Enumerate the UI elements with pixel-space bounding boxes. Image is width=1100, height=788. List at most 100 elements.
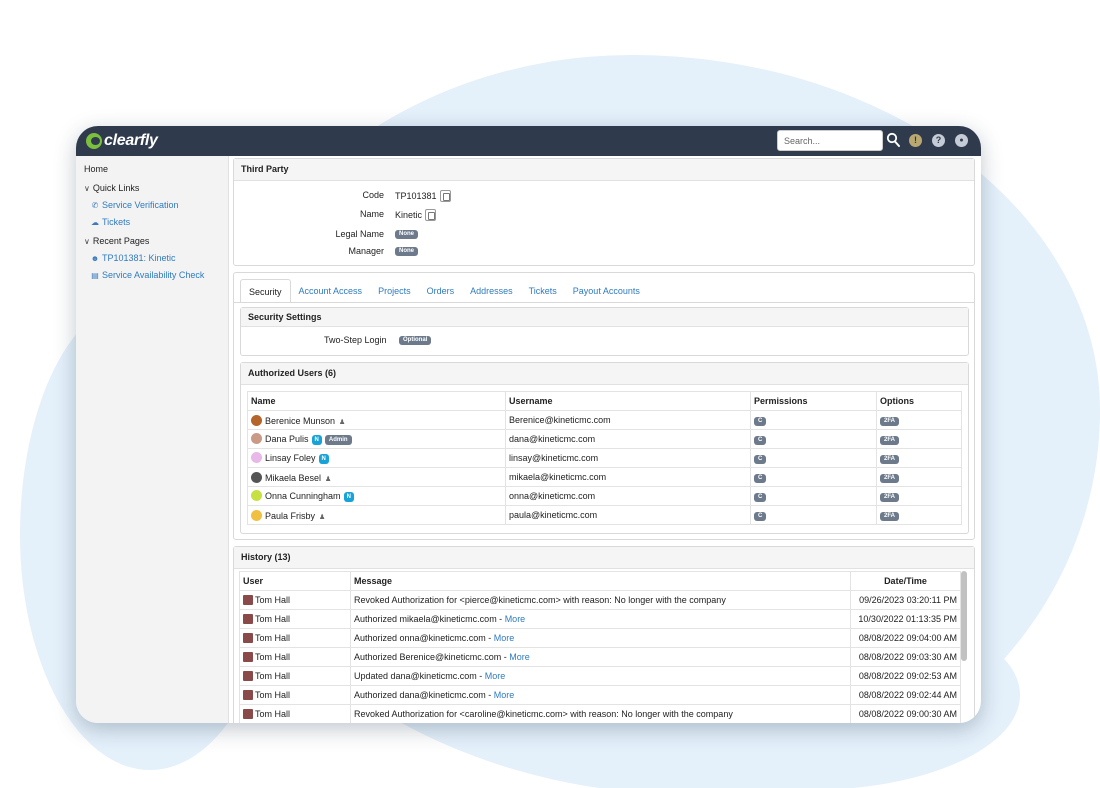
copy-icon[interactable] (439, 190, 451, 202)
phone-icon: ✆ (91, 200, 99, 210)
user-badge: N (311, 435, 322, 445)
table-row: Tom Hall Authorized dana@kineticmc.com - … (239, 685, 961, 705)
avatar (243, 614, 253, 624)
sidebar-home[interactable]: Home (84, 164, 108, 174)
user-name[interactable]: Paula Frisby (265, 511, 315, 521)
logo[interactable]: clearfly (86, 131, 158, 151)
column-header[interactable]: Permissions (750, 391, 877, 411)
user-name-cell: Linsay Foley N (247, 448, 506, 468)
more-link[interactable]: More (485, 671, 506, 681)
table-row[interactable]: Onna Cunningham Nonna@kineticmc.com C 2FA (247, 486, 962, 506)
sidebar-item-tickets[interactable]: ☁ Tickets (90, 217, 130, 227)
tab-account-access[interactable]: Account Access (291, 279, 371, 303)
options-cell: 2FA (876, 410, 962, 430)
help-icon[interactable]: ? (932, 134, 945, 147)
users-table-wrap: Name Username Permissions Options Bereni… (247, 391, 962, 525)
tab-security[interactable]: Security (240, 279, 291, 303)
permission-badge[interactable]: C (754, 493, 767, 502)
column-header[interactable]: User (239, 571, 351, 591)
card-title: Authorized Users (6) (241, 363, 968, 385)
sidebar-item-tp101381[interactable]: ☻ TP101381: Kinetic (90, 253, 176, 263)
status-badge: None (395, 247, 418, 256)
more-link[interactable]: More (505, 614, 526, 624)
table-row: Tom Hall Revoked Authorization for <carol… (239, 704, 961, 723)
history-table-wrap: User Message Date/Time Tom Hall Revoked A… (239, 571, 961, 723)
search-icon[interactable] (886, 132, 900, 148)
sidebar-item-service-availability[interactable]: ▤ Service Availability Check (90, 270, 204, 280)
permissions-cell: C (750, 486, 877, 506)
options-cell: 2FA (876, 486, 962, 506)
sidebar-item-label: Service Verification (102, 200, 179, 210)
column-header[interactable]: Name (247, 391, 506, 411)
permission-badge[interactable]: C (754, 417, 767, 426)
table-row[interactable]: Mikaela Besel ♟ mikaela@kineticmc.com C 2FA (247, 467, 962, 487)
history-datetime: 08/08/2022 09:03:30 AM (850, 647, 961, 667)
column-header[interactable]: Username (505, 391, 751, 411)
table-row[interactable]: Paula Frisby ♟ paula@kineticmc.com C 2FA (247, 505, 962, 525)
person-icon: ♟ (339, 418, 346, 426)
user-name[interactable]: Dana Pulis (265, 434, 309, 444)
field-label: Manager (348, 246, 384, 256)
column-header[interactable]: Date/Time (850, 571, 961, 591)
more-link[interactable]: More (494, 690, 515, 700)
logo-icon (86, 133, 102, 149)
history-datetime: 08/08/2022 09:02:44 AM (850, 685, 961, 705)
user-icon[interactable]: ● (955, 134, 968, 147)
avatar (251, 490, 262, 501)
sidebar-section-quick-links[interactable]: ∨ Quick Links (84, 183, 139, 193)
two-step-label: Two-Step Login (324, 335, 387, 345)
user-name[interactable]: Berenice Munson (265, 416, 335, 426)
tab-orders[interactable]: Orders (419, 279, 463, 303)
two-step-badge: Optional (399, 336, 432, 345)
options-cell: 2FA (876, 505, 962, 525)
sidebar-item-label: TP101381: Kinetic (102, 253, 176, 263)
history-datetime: 08/08/2022 09:04:00 AM (850, 628, 961, 648)
card-title: History (13) (234, 547, 974, 569)
more-link[interactable]: More (494, 633, 515, 643)
tab-tickets[interactable]: Tickets (521, 279, 565, 303)
alert-icon[interactable]: ! (909, 134, 922, 147)
user-name[interactable]: Mikaela Besel (265, 473, 321, 483)
sidebar-section-label: Quick Links (92, 183, 140, 193)
option-badge[interactable]: 2FA (880, 417, 900, 426)
tab-addresses[interactable]: Addresses (462, 279, 521, 303)
tab-payout-accounts[interactable]: Payout Accounts (565, 279, 648, 303)
user-badge: Admin (324, 435, 352, 445)
table-row[interactable]: Berenice Munson ♟ Berenice@kineticmc.com C 2… (247, 410, 962, 430)
tab-projects[interactable]: Projects (370, 279, 419, 303)
option-badge[interactable]: 2FA (880, 493, 900, 502)
permission-badge[interactable]: C (754, 474, 767, 483)
status-badge: None (395, 230, 418, 239)
option-badge[interactable]: 2FA (880, 455, 900, 464)
search-input[interactable] (777, 130, 883, 151)
user-name[interactable]: Onna Cunningham (265, 491, 341, 501)
history-scrollbar[interactable] (961, 571, 967, 661)
history-message: Revoked Authorization for <caroline@kine… (354, 709, 733, 719)
history-table: User Message Date/Time Tom Hall Revoked A… (239, 571, 961, 723)
table-row: Tom Hall Authorized Berenice@kineticmc.co… (239, 647, 961, 667)
column-header[interactable]: Options (876, 391, 962, 411)
option-badge[interactable]: 2FA (880, 474, 900, 483)
permission-badge[interactable]: C (754, 512, 767, 521)
user-name[interactable]: Linsay Foley (265, 453, 316, 463)
history-user-cell: Tom Hall (239, 590, 351, 610)
permission-badge[interactable]: C (754, 436, 767, 445)
option-badge[interactable]: 2FA (880, 436, 900, 445)
history-user-cell: Tom Hall (239, 609, 351, 629)
tab-bar: Security Account Access Projects Orders … (240, 279, 648, 303)
tab-divider (234, 302, 974, 303)
table-row[interactable]: Dana Pulis N Admin dana@kineticmc.com C 2FA (247, 429, 962, 449)
column-header[interactable]: Message (350, 571, 851, 591)
copy-icon[interactable] (425, 209, 437, 221)
main-content: Third Party Code TP101381 Name Kinetic L… (233, 158, 975, 723)
more-link[interactable]: More (509, 652, 530, 662)
sidebar-item-service-verification[interactable]: ✆ Service Verification (90, 200, 179, 210)
history-card: History (13) User Message Date/Time Tom … (233, 546, 975, 723)
option-badge[interactable]: 2FA (880, 512, 900, 521)
user-name-cell: Dana Pulis N Admin (247, 429, 506, 449)
table-row[interactable]: Linsay Foley Nlinsay@kineticmc.com C 2FA (247, 448, 962, 468)
sidebar-section-recent-pages[interactable]: ∨ Recent Pages (84, 236, 149, 246)
permission-badge[interactable]: C (754, 455, 767, 464)
history-user-cell: Tom Hall (239, 685, 351, 705)
field-value: None (395, 247, 418, 256)
